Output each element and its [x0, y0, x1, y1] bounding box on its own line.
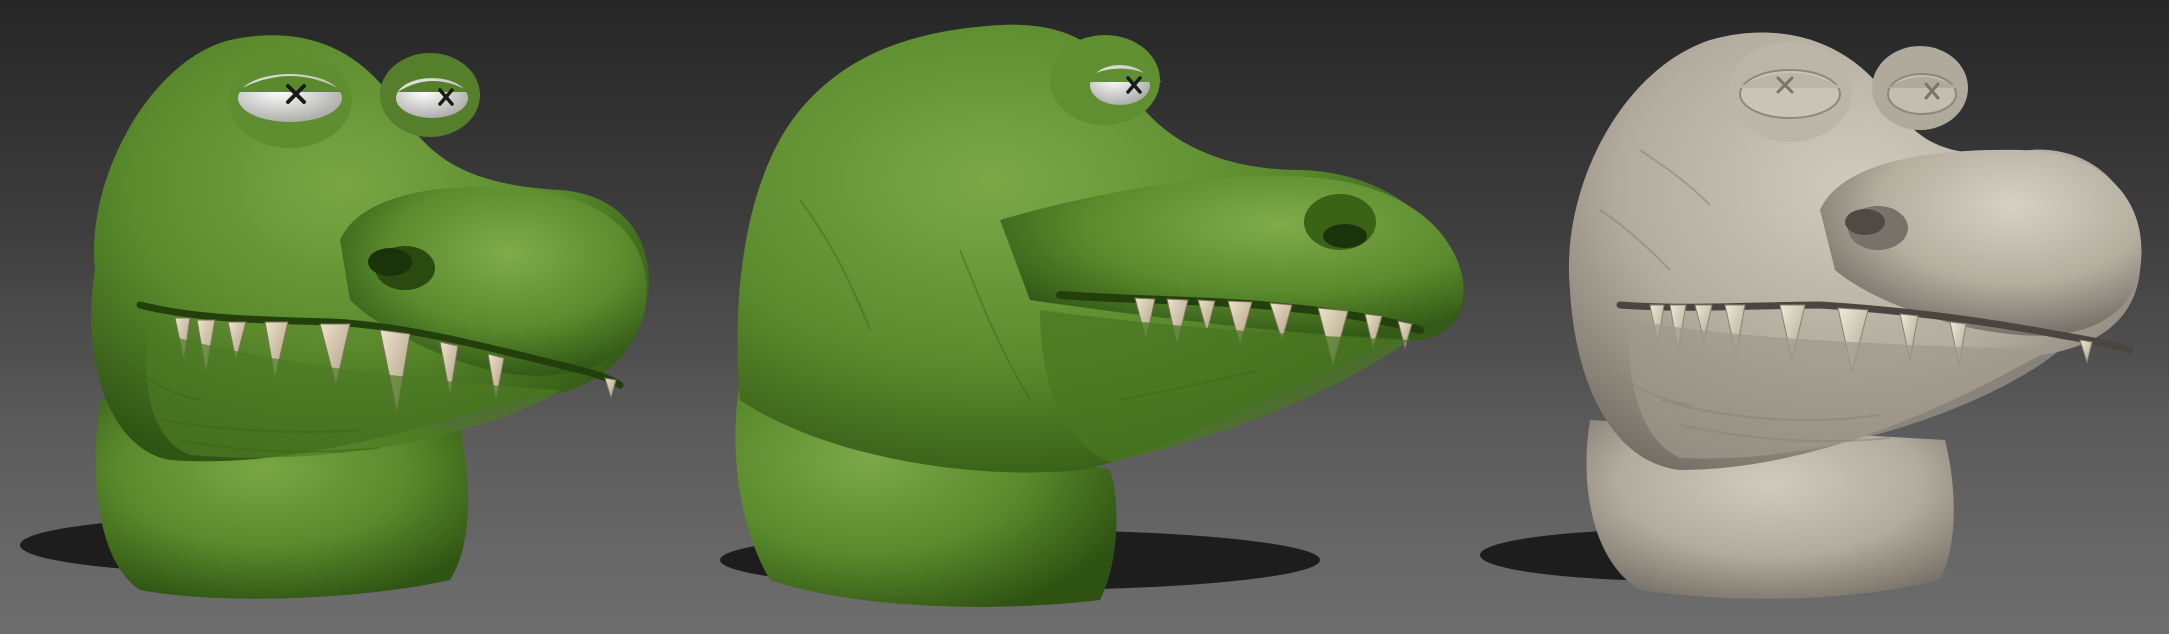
sculpt-viewport — [0, 0, 2169, 634]
render-clay — [1480, 0, 2169, 634]
render-front-green — [0, 0, 700, 634]
render-side-green — [700, 0, 1480, 634]
